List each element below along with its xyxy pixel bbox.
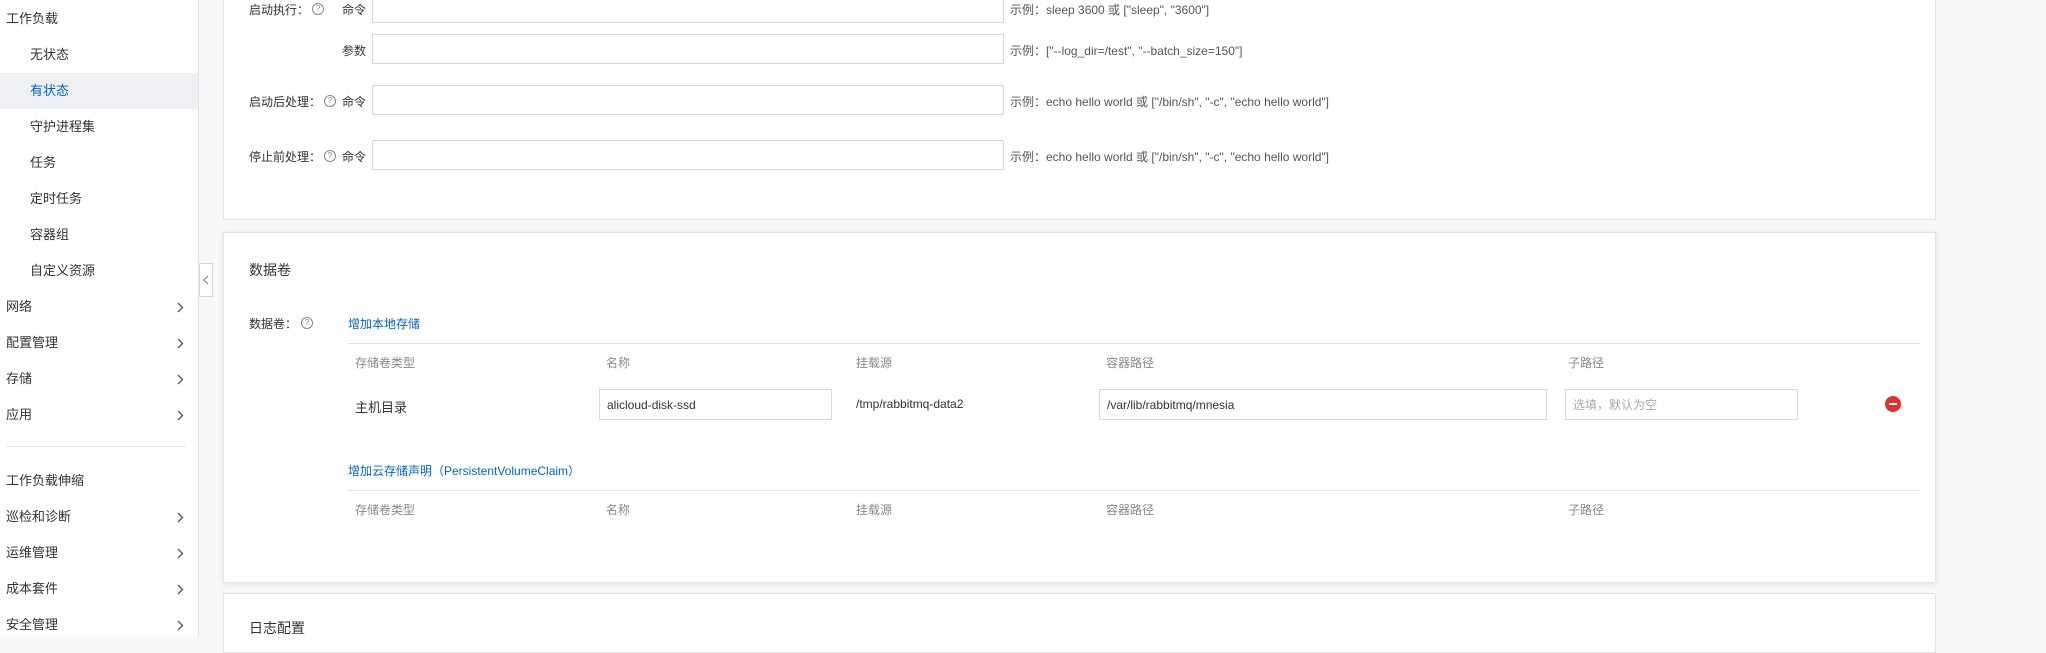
sidebar-item-label: 无状态 [30,47,70,62]
sidebar-item-security[interactable]: 安全管理 [0,607,198,643]
volumes-field-label: 数据卷： [249,317,298,331]
column-header-name: 名称 [606,356,631,370]
post-start-command-input[interactable] [372,85,1004,115]
volume-type-cell: 主机目录 [355,400,408,415]
help-icon[interactable]: ? [324,93,336,107]
column-header-source: 挂载源 [856,503,893,517]
help-icon[interactable]: ? [324,148,336,162]
startup-args-label: 参数 [342,44,367,58]
sidebar-item-label: 成本套件 [6,581,59,596]
sidebar-item-daemonsets[interactable]: 守护进程集 [0,109,198,145]
log-config-section-title: 日志配置 [249,620,305,636]
sub-path-input[interactable] [1565,389,1798,420]
post-start-label: 启动后处理： [249,95,322,109]
sidebar-item-label: 安全管理 [6,617,59,632]
startup-args-input[interactable] [372,34,1004,64]
chevron-right-icon [177,535,184,571]
sidebar-item-label: 定时任务 [30,191,83,206]
sidebar-item-label: 工作负载伸缩 [6,473,85,488]
column-header-type: 存储卷类型 [355,503,416,517]
column-header-sub-path: 子路径 [1568,356,1605,370]
post-start-command-label: 命令 [342,95,367,109]
sidebar-item-operations[interactable]: 运维管理 [0,535,198,571]
sidebar-item-label: 应用 [6,407,33,422]
post-start-command-hint: 示例：echo hello world 或 ["/bin/sh", "-c", … [1010,95,1330,109]
sidebar-item-inspection[interactable]: 巡检和诊断 [0,499,198,535]
volumes-section-title: 数据卷 [249,262,291,278]
sidebar: 工作负载 无状态 有状态 守护进程集 任务 定时任务 容器组 自定义资源 网络 … [0,0,199,637]
sidebar-item-jobs[interactable]: 任务 [0,145,198,181]
startup-command-input[interactable] [372,0,1004,23]
sidebar-item-network[interactable]: 网络 [0,289,198,325]
sidebar-item-label: 任务 [30,155,57,170]
pre-stop-command-input[interactable] [372,140,1004,170]
chevron-right-icon [177,361,184,397]
sidebar-item-label: 运维管理 [6,545,59,560]
chevron-right-icon [177,499,184,535]
sidebar-item-pods[interactable]: 容器组 [0,217,198,253]
sidebar-item-cronjobs[interactable]: 定时任务 [0,181,198,217]
sidebar-item-custom-resources[interactable]: 自定义资源 [0,253,198,289]
startup-command-label: 命令 [342,3,367,17]
column-header-container-path: 容器路径 [1106,503,1155,517]
sidebar-item-cost-suite[interactable]: 成本套件 [0,571,198,607]
sidebar-item-storage[interactable]: 存储 [0,361,198,397]
sidebar-item-statefulsets[interactable]: 有状态 [0,73,198,109]
chevron-right-icon [177,397,184,433]
sidebar-item-config[interactable]: 配置管理 [0,325,198,361]
add-pvc-link[interactable]: 增加云存储声明（PersistentVolumeClaim） [348,462,580,479]
column-header-type: 存储卷类型 [355,356,416,370]
sidebar-item-autoscaling[interactable]: 工作负载伸缩 [0,463,198,499]
column-header-container-path: 容器路径 [1106,356,1155,370]
startup-args-hint: 示例：["--log_dir=/test", "--batch_size=150… [1010,44,1243,58]
startup-label: 启动执行： [249,3,310,17]
column-header-name: 名称 [606,503,631,517]
log-config-card: 日志配置 [223,593,1936,653]
sidebar-item-label: 守护进程集 [30,119,96,134]
sidebar-item-label: 网络 [6,299,33,314]
container-path-input[interactable] [1099,389,1547,420]
chevron-right-icon [177,325,184,361]
sidebar-item-label: 有状态 [30,83,70,98]
pre-stop-label: 停止前处理： [249,150,322,164]
pre-stop-command-hint: 示例：echo hello world 或 ["/bin/sh", "-c", … [1010,150,1330,164]
lifecycle-card: 启动执行： ? 命令 示例：sleep 3600 或 ["sleep", "36… [223,0,1936,220]
sidebar-item-label: 自定义资源 [30,263,96,278]
sidebar-item-apps[interactable]: 应用 [0,397,198,433]
column-header-sub-path: 子路径 [1568,503,1605,517]
sidebar-divider [6,446,186,447]
column-header-source: 挂载源 [856,356,893,370]
remove-volume-button[interactable] [1885,396,1901,412]
chevron-right-icon [177,571,184,607]
table-divider [348,490,1920,491]
sidebar-item-workloads[interactable]: 工作负载 [0,1,198,37]
sidebar-item-label: 巡检和诊断 [6,509,72,524]
chevron-left-icon [203,275,209,285]
chevron-right-icon [177,607,184,643]
add-local-storage-link[interactable]: 增加本地存储 [348,315,420,332]
chevron-right-icon [177,289,184,325]
sidebar-item-deployments[interactable]: 无状态 [0,37,198,73]
pre-stop-command-label: 命令 [342,150,367,164]
volume-source-cell: /tmp/rabbitmq-data2 [856,397,964,411]
table-divider [348,343,1920,344]
volumes-card: 数据卷 数据卷： ? 增加本地存储 存储卷类型 名称 挂载源 容器路径 子路径 … [223,232,1936,583]
startup-command-hint: 示例：sleep 3600 或 ["sleep", "3600"] [1010,3,1210,17]
help-icon[interactable]: ? [301,315,313,329]
sidebar-item-label: 配置管理 [6,335,59,350]
minus-icon [1889,403,1897,405]
sidebar-item-label: 存储 [6,371,33,386]
sidebar-item-label: 容器组 [30,227,70,242]
volume-name-input[interactable] [599,389,832,420]
help-icon[interactable]: ? [312,1,324,15]
sidebar-collapse-button[interactable] [199,263,213,297]
sidebar-item-label: 工作负载 [6,11,59,26]
